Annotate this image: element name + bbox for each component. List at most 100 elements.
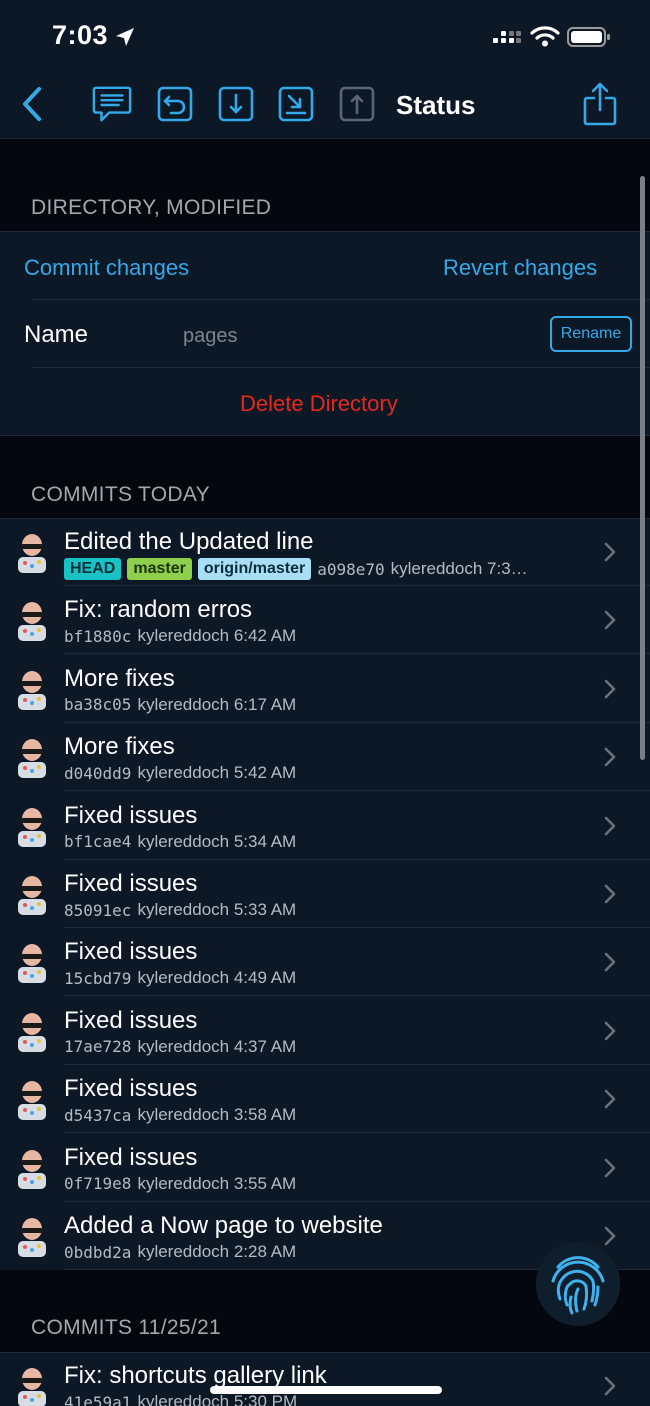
author-avatar: [18, 534, 46, 573]
chat-bubble-icon: [92, 86, 132, 122]
branch-badge: master: [127, 558, 192, 580]
commit-title: More fixes: [64, 664, 175, 692]
nav-bar: Status: [0, 72, 650, 139]
author-avatar: [18, 1081, 46, 1121]
commit-meta: d040dd9 kylereddoch 5:42 AM: [64, 763, 296, 783]
commit-info: kylereddoch 3:58 AM: [137, 1105, 297, 1125]
save-icon: [278, 86, 314, 122]
revert-changes-button[interactable]: Revert changes: [443, 255, 597, 281]
commit-meta: bf1cae4 kylereddoch 5:34 AM: [64, 832, 296, 852]
commit-row[interactable]: Edited the Updated line HEAD master origin/…: [0, 518, 650, 586]
undo-icon: [157, 86, 193, 122]
commit-row[interactable]: More fixes d040dd9 kylereddoch 5:42 AM: [0, 723, 650, 792]
name-label: Name: [24, 321, 89, 348]
commit-row[interactable]: Fixed issues 0f719e8 kylereddoch 3:55 AM: [0, 1134, 650, 1202]
home-indicator: [210, 1386, 442, 1394]
push-button[interactable]: [337, 84, 377, 124]
chevron-right-icon: [604, 1226, 616, 1246]
commit-title: Fixed issues: [64, 1075, 198, 1103]
author-avatar: [18, 876, 46, 915]
chevron-right-icon: [604, 611, 616, 630]
upload-icon: [339, 86, 375, 122]
commit-row[interactable]: Fixed issues bf1cae4 kylereddoch 5:34 AM: [0, 792, 650, 860]
commit-info: kylereddoch 5:34 AM: [137, 831, 297, 851]
chevron-right-icon: [604, 953, 616, 972]
name-field[interactable]: pages: [183, 325, 238, 348]
message-button[interactable]: [92, 84, 132, 124]
commit-info: kylereddoch 2:28 AM: [137, 1242, 297, 1261]
fetch-button[interactable]: [276, 84, 316, 124]
commit-meta: HEAD master origin/master a098e70 kylereddoc…: [64, 558, 528, 580]
chevron-right-icon: [604, 1158, 616, 1177]
author-avatar: [18, 1368, 46, 1406]
section-header-commits-prev: COMMITS 11/25/21: [31, 1316, 221, 1339]
commit-hash: 0bdbd2a: [64, 1242, 132, 1262]
commit-hash: 0f719e8: [64, 1174, 132, 1194]
commit-hash: d040dd9: [64, 763, 132, 783]
commit-meta: 15cbd79 kylereddoch 4:49 AM: [64, 968, 296, 988]
download-icon: [218, 86, 254, 122]
commit-hash: ba38c05: [64, 695, 132, 715]
status-bar: 7:03: [0, 0, 650, 72]
commit-info: kylereddoch 5:42 AM: [137, 763, 297, 783]
author-avatar: [18, 602, 46, 642]
author-avatar: [18, 1218, 46, 1257]
fingerprint-button[interactable]: [536, 1242, 620, 1326]
location-arrow-icon: [116, 28, 134, 46]
author-avatar: [18, 807, 46, 847]
commit-hash: a098e70: [317, 559, 385, 579]
author-avatar: [18, 1149, 46, 1189]
author-avatar: [18, 1012, 46, 1052]
chevron-right-icon: [604, 816, 616, 835]
commit-row[interactable]: Fixed issues 85091ec kylereddoch 5:33 AM: [0, 860, 650, 928]
commit-changes-button[interactable]: Commit changes: [24, 255, 189, 281]
back-button[interactable]: [12, 84, 52, 124]
wifi-icon: [530, 26, 560, 47]
commit-row[interactable]: Fix: random erros bf1880c kylereddoch 6:42…: [0, 586, 650, 655]
content-scroll[interactable]: DIRECTORY, MODIFIED Commit changes Rever…: [0, 139, 650, 1406]
commit-info: kylereddoch 6:42 AM: [137, 626, 297, 646]
share-icon: [583, 82, 617, 126]
commit-hash: bf1cae4: [64, 832, 132, 852]
chevron-right-icon: [604, 1089, 616, 1109]
rename-button[interactable]: Rename: [550, 316, 632, 352]
commit-meta: 0bdbd2a kylereddoch 2:28 AM: [64, 1242, 296, 1262]
chevron-left-icon: [23, 87, 41, 121]
author-avatar: [18, 670, 46, 710]
share-button[interactable]: [578, 80, 622, 128]
commit-meta: 41e59a1 kylereddoch 5:30 PM: [64, 1392, 297, 1406]
branch-badge: origin/master: [197, 558, 312, 580]
commit-title: Added a Now page to website: [64, 1212, 383, 1239]
delete-directory-button[interactable]: Delete Directory: [240, 391, 398, 417]
scrollbar[interactable]: [640, 176, 645, 760]
commits-today-list: Edited the Updated line HEAD master origin/…: [0, 518, 650, 1270]
commit-title: Fixed issues: [64, 1143, 198, 1171]
commit-title: Fix: random erros: [64, 596, 253, 624]
commit-title: Fixed issues: [64, 1006, 198, 1034]
commit-hash: bf1880c: [64, 626, 132, 646]
commit-info: kylereddoch 7:3…: [390, 559, 528, 578]
pull-button[interactable]: [216, 84, 256, 124]
chevron-right-icon: [604, 1376, 616, 1396]
commit-info: kylereddoch 5:30 PM: [137, 1392, 298, 1406]
undo-button[interactable]: [155, 84, 195, 124]
page-title: Status: [396, 90, 476, 120]
cellular-signal-icon: [493, 31, 521, 43]
commit-row[interactable]: Fix: shortcuts gallery link 41e59a1 kylere…: [0, 1352, 650, 1406]
section-header-directory: DIRECTORY, MODIFIED: [31, 196, 272, 219]
chevron-right-icon: [604, 1021, 616, 1041]
chevron-right-icon: [604, 884, 616, 904]
commit-row[interactable]: Fixed issues 17ae728 kylereddoch 4:37 AM: [0, 997, 650, 1065]
commit-title: Fixed issues: [64, 801, 198, 829]
commit-row[interactable]: More fixes ba38c05 kylereddoch 6:17 AM: [0, 655, 650, 723]
commit-hash: 41e59a1: [64, 1392, 132, 1406]
branch-badge: HEAD: [64, 558, 122, 580]
commit-row[interactable]: Fixed issues d5437ca kylereddoch 3:58 AM: [0, 1065, 650, 1134]
commit-title: More fixes: [64, 733, 175, 761]
commit-meta: 85091ec kylereddoch 5:33 AM: [64, 900, 296, 920]
chevron-right-icon: [604, 542, 616, 562]
chevron-right-icon: [604, 747, 616, 767]
commit-row[interactable]: Fixed issues 15cbd79 kylereddoch 4:49 AM: [0, 928, 650, 997]
commit-info: kylereddoch 3:55 AM: [137, 1173, 297, 1193]
battery-icon: [567, 27, 610, 47]
